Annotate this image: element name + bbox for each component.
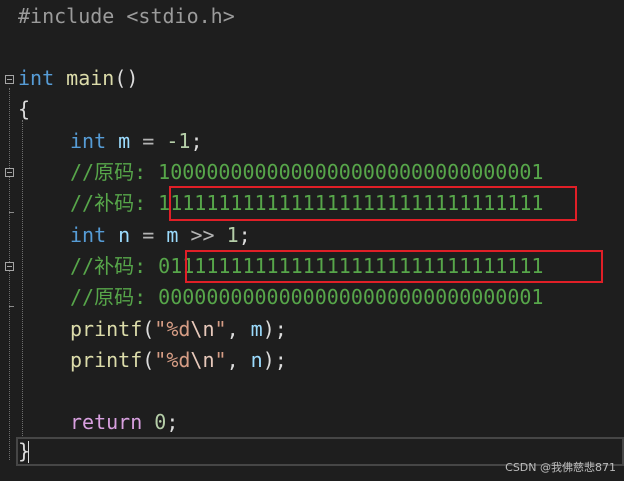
fold-guide-line: [9, 88, 10, 460]
decl-m-eq: =: [142, 129, 155, 153]
printf-n-escape: \n: [190, 348, 215, 372]
printf-n-name: printf: [70, 348, 143, 372]
code-line-comment-original-1: //原码: 10000000000000000000000000000001: [70, 160, 544, 184]
printf-m-escape: \n: [190, 317, 215, 341]
code-editor[interactable]: #include <stdio.h> int main() { int m = …: [0, 0, 624, 481]
return-value: 0: [154, 410, 167, 434]
complement-highlight-box-1: [169, 186, 577, 221]
printf-n-arg: n: [250, 348, 263, 372]
printf-n-open: (: [142, 348, 155, 372]
printf-n-string-open: "%d: [154, 348, 191, 372]
fold-collapse-icon[interactable]: [5, 75, 14, 84]
return-keyword: return: [70, 410, 143, 434]
decl-n-semi: ;: [238, 223, 251, 247]
code-line-printf-n: printf("%d\n", n);: [70, 345, 287, 376]
main-return-type: int: [18, 66, 55, 90]
printf-m-name: printf: [70, 317, 143, 341]
complement-highlight-box-2: [185, 250, 603, 283]
code-line-decl-n: int n = m >> 1;: [70, 220, 251, 251]
printf-m-close: );: [262, 317, 287, 341]
decl-n-eq: =: [142, 223, 155, 247]
fold-collapse-icon[interactable]: [5, 262, 14, 271]
decl-m-value: -1: [166, 129, 191, 153]
code-line-include: #include <stdio.h>: [18, 1, 235, 32]
printf-m-string-open: "%d: [154, 317, 191, 341]
printf-n-close: );: [262, 348, 287, 372]
include-header: <stdio.h>: [126, 4, 235, 28]
main-parens: (): [114, 66, 139, 90]
decl-n-type: int: [70, 223, 107, 247]
fold-end-tick: [9, 306, 14, 307]
open-brace: {: [18, 97, 31, 121]
decl-m-name: m: [118, 129, 131, 153]
decl-m-semi: ;: [190, 129, 203, 153]
code-line-return: return 0;: [70, 407, 178, 438]
decl-n-source: m: [166, 223, 179, 247]
printf-m-string-close: ": [214, 317, 227, 341]
decl-m-type: int: [70, 129, 107, 153]
include-directive: #include: [18, 4, 115, 28]
indent-guide-line: [22, 120, 23, 436]
decl-n-shift-op: >>: [190, 223, 215, 247]
printf-n-string-close: ": [214, 348, 227, 372]
fold-end-tick: [9, 212, 14, 213]
printf-m-arg: m: [250, 317, 263, 341]
code-line-printf-m: printf("%d\n", m);: [70, 314, 287, 345]
fold-collapse-icon[interactable]: [5, 168, 14, 177]
decl-n-value: 1: [226, 223, 239, 247]
printf-n-comma: ,: [226, 348, 239, 372]
return-semi: ;: [166, 410, 179, 434]
printf-m-comma: ,: [226, 317, 239, 341]
text-cursor: [28, 441, 29, 463]
code-line-open-brace: {: [18, 94, 30, 125]
code-line-decl-m: int m = -1;: [70, 126, 203, 157]
code-line-main-signature: int main(): [18, 63, 138, 94]
printf-m-open: (: [142, 317, 155, 341]
code-line-comment-original-2: //原码: 00000000000000000000000000000001: [70, 285, 544, 309]
main-function-name: main: [66, 66, 115, 90]
watermark: CSDN @我佛慈悲871: [505, 461, 616, 474]
decl-n-name: n: [118, 223, 131, 247]
